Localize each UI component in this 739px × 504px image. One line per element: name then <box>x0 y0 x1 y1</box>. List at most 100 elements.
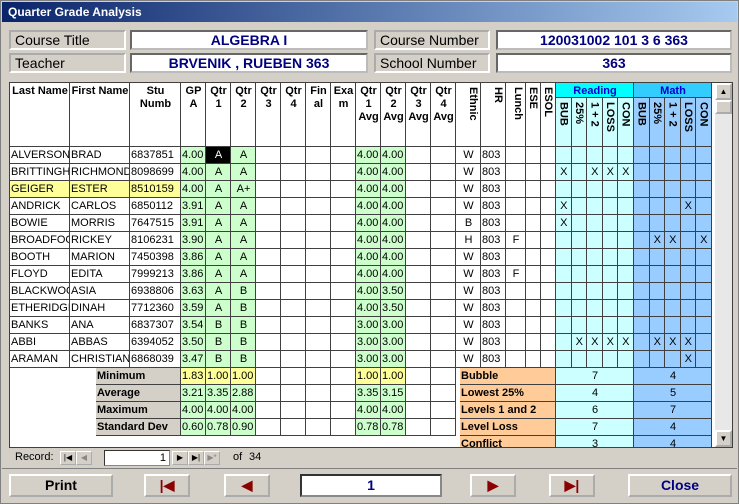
esol-flag[interactable] <box>541 334 556 351</box>
math-subheader[interactable]: 1 + 2 <box>665 98 681 147</box>
reading-flag-cell[interactable] <box>556 266 572 283</box>
gpa-value[interactable]: 3.86 <box>181 266 206 283</box>
ethnic-code[interactable]: W <box>456 266 481 283</box>
reading-flag-cell[interactable] <box>571 232 587 249</box>
student-first-name[interactable]: ANA <box>70 317 130 334</box>
student-first-name[interactable]: BRAD <box>70 147 130 164</box>
lunch-code[interactable] <box>506 351 526 368</box>
math-flag-cell[interactable] <box>696 317 712 334</box>
homeroom[interactable]: 803 <box>481 164 506 181</box>
math-flag-cell[interactable] <box>649 164 665 181</box>
student-last-name[interactable]: BROADFOOT <box>10 232 70 249</box>
empty-grade-cell[interactable] <box>331 164 356 181</box>
reading-flag-cell[interactable] <box>556 351 572 368</box>
ethnic-code[interactable]: W <box>456 283 481 300</box>
reading-flag-cell[interactable]: X <box>587 164 603 181</box>
reading-flag-cell[interactable]: X <box>556 215 572 232</box>
empty-grade-cell[interactable] <box>281 300 306 317</box>
lunch-code[interactable] <box>506 181 526 198</box>
empty-grade-cell[interactable] <box>256 232 281 249</box>
reading-flag-cell[interactable]: X <box>587 334 603 351</box>
math-flag-cell[interactable] <box>634 198 650 215</box>
reading-flag-cell[interactable] <box>587 317 603 334</box>
qtr2-average[interactable]: 4.00 <box>381 249 406 266</box>
reading-flag-cell[interactable] <box>571 164 587 181</box>
empty-grade-cell[interactable] <box>331 300 356 317</box>
lunch-code[interactable] <box>506 215 526 232</box>
student-last-name[interactable]: GEIGER <box>10 181 70 198</box>
esol-flag[interactable] <box>541 198 556 215</box>
gpa-value[interactable]: 3.54 <box>181 317 206 334</box>
column-header-q4[interactable]: Qtr 4 <box>281 83 306 147</box>
prev-page-button[interactable]: ◀ <box>224 474 270 497</box>
column-header-q3[interactable]: Qtr 3 <box>256 83 281 147</box>
math-flag-cell[interactable] <box>649 147 665 164</box>
ese-flag[interactable] <box>526 300 541 317</box>
empty-grade-cell[interactable] <box>331 232 356 249</box>
record-number-input[interactable]: 1 <box>104 450 170 466</box>
reading-flag-cell[interactable] <box>602 283 618 300</box>
qtr1-grade[interactable]: A <box>206 232 231 249</box>
empty-grade-cell[interactable] <box>281 283 306 300</box>
esol-flag[interactable] <box>541 300 556 317</box>
math-flag-cell[interactable] <box>696 198 712 215</box>
reading-flag-cell[interactable] <box>587 266 603 283</box>
qtr4-average[interactable] <box>431 198 456 215</box>
reading-flag-cell[interactable] <box>618 198 634 215</box>
student-number[interactable]: 7999213 <box>130 266 181 283</box>
qtr4-average[interactable] <box>431 334 456 351</box>
reading-flag-cell[interactable]: X <box>602 334 618 351</box>
qtr1-grade[interactable]: A <box>206 164 231 181</box>
gpa-value[interactable]: 3.50 <box>181 334 206 351</box>
reading-flag-cell[interactable] <box>618 232 634 249</box>
column-header-lunch[interactable]: Lunch <box>506 83 526 147</box>
qtr2-grade[interactable]: A <box>231 198 256 215</box>
student-first-name[interactable]: MARION <box>70 249 130 266</box>
reading-flag-cell[interactable] <box>571 181 587 198</box>
empty-grade-cell[interactable] <box>306 283 331 300</box>
reading-flag-cell[interactable]: X <box>556 198 572 215</box>
math-flag-cell[interactable] <box>634 334 650 351</box>
qtr1-average[interactable]: 3.00 <box>356 334 381 351</box>
reading-flag-cell[interactable] <box>556 232 572 249</box>
gpa-value[interactable]: 3.91 <box>181 215 206 232</box>
ethnic-code[interactable]: W <box>456 181 481 198</box>
next-page-button[interactable]: ▶ <box>470 474 516 497</box>
qtr3-average[interactable] <box>406 232 431 249</box>
column-header-first[interactable]: First Name <box>70 83 130 147</box>
vertical-scrollbar[interactable]: ▲ ▼ <box>715 83 732 447</box>
math-flag-cell[interactable] <box>649 266 665 283</box>
reading-flag-cell[interactable] <box>556 181 572 198</box>
empty-grade-cell[interactable] <box>306 164 331 181</box>
reading-subheader[interactable]: CON <box>618 98 634 147</box>
empty-grade-cell[interactable] <box>331 266 356 283</box>
student-last-name[interactable]: ABBI <box>10 334 70 351</box>
empty-grade-cell[interactable] <box>281 198 306 215</box>
qtr1-average[interactable]: 4.00 <box>356 147 381 164</box>
esol-flag[interactable] <box>541 351 556 368</box>
ethnic-code[interactable]: W <box>456 249 481 266</box>
course-title-field[interactable]: ALGEBRA I <box>130 30 368 50</box>
math-flag-cell[interactable]: X <box>649 334 665 351</box>
esol-flag[interactable] <box>541 266 556 283</box>
qtr3-average[interactable] <box>406 351 431 368</box>
empty-grade-cell[interactable] <box>281 249 306 266</box>
qtr4-average[interactable] <box>431 266 456 283</box>
student-first-name[interactable]: ASIA <box>70 283 130 300</box>
ese-flag[interactable] <box>526 181 541 198</box>
column-header-q4avg[interactable]: Qtr 4 Avg <box>431 83 456 147</box>
student-first-name[interactable]: RICKEY <box>70 232 130 249</box>
student-last-name[interactable]: ANDRICK <box>10 198 70 215</box>
math-flag-cell[interactable] <box>680 181 696 198</box>
lunch-code[interactable] <box>506 317 526 334</box>
scroll-down-icon[interactable]: ▼ <box>715 430 732 447</box>
student-first-name[interactable]: DINAH <box>70 300 130 317</box>
homeroom[interactable]: 803 <box>481 266 506 283</box>
reading-flag-cell[interactable] <box>602 300 618 317</box>
math-flag-cell[interactable] <box>649 317 665 334</box>
lunch-code[interactable] <box>506 198 526 215</box>
math-flag-cell[interactable] <box>665 266 681 283</box>
math-flag-cell[interactable] <box>696 300 712 317</box>
math-flag-cell[interactable] <box>634 181 650 198</box>
reading-flag-cell[interactable]: X <box>618 164 634 181</box>
